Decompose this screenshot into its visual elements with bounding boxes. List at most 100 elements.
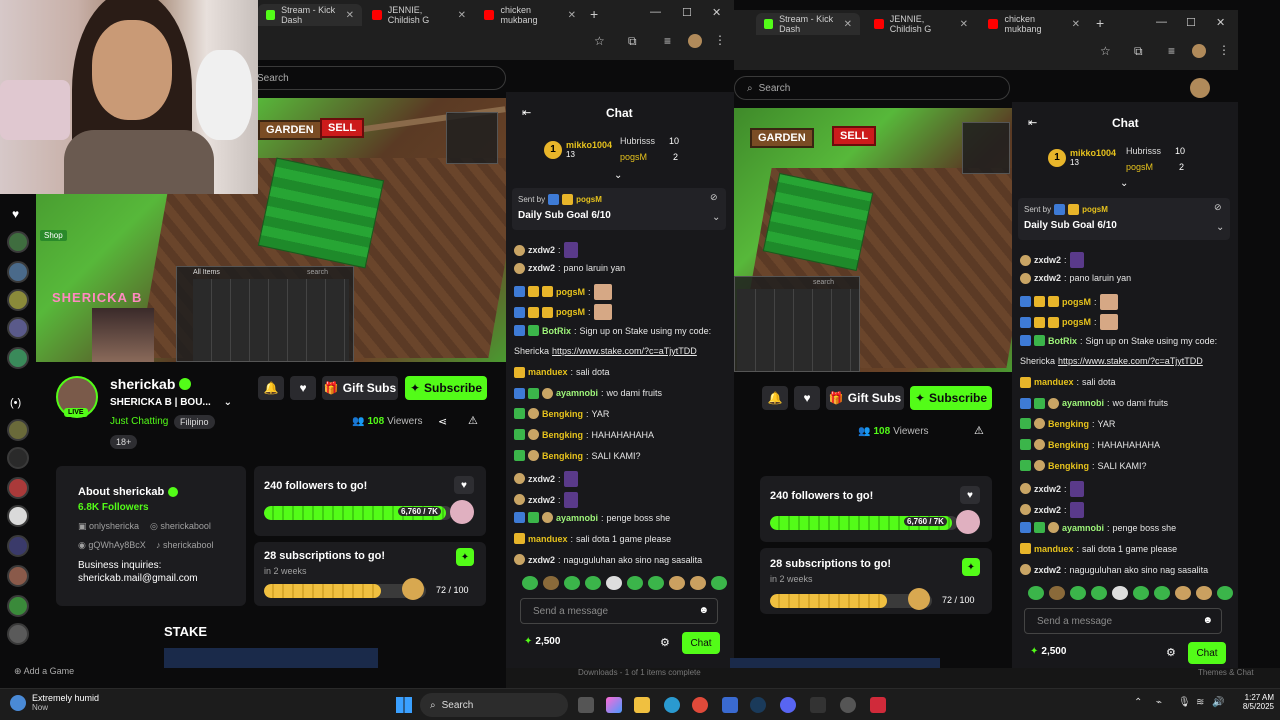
report-icon[interactable]: ⚠ <box>974 424 984 437</box>
followed-channel-avatar[interactable] <box>7 317 29 339</box>
chat-username[interactable]: manduex <box>1034 377 1074 387</box>
emote-icon[interactable] <box>1112 586 1128 600</box>
chat-username[interactable]: manduex <box>528 367 568 377</box>
profile-avatar[interactable] <box>688 34 702 48</box>
category-link[interactable]: Just Chatting <box>110 416 168 427</box>
chat-message[interactable]: manduex: sali dota <box>514 366 610 378</box>
leader-2[interactable]: Hubrisss 10 <box>620 136 679 146</box>
chat-message[interactable]: zxdw2: <box>1020 501 1084 518</box>
emote-icon[interactable] <box>1028 586 1044 600</box>
chat-username[interactable]: ayamnobi <box>556 388 598 398</box>
follow-heart-button[interactable]: ♥ <box>290 376 316 400</box>
bookmark-star-icon[interactable]: ☆ <box>1100 44 1111 58</box>
pinned-message[interactable]: Sent by pogsM Daily Sub Goal 6/10 ⊘ ⌄ <box>1018 198 1230 240</box>
chat-message[interactable]: zxdw2: <box>514 491 578 508</box>
add-game-link[interactable]: ⊕ Add a Game <box>14 666 74 677</box>
file-explorer-icon[interactable] <box>634 697 650 713</box>
chat-username[interactable]: Bengking <box>1048 461 1089 471</box>
close-icon[interactable]: ✕ <box>960 19 968 30</box>
chat-username[interactable]: zxdw2 <box>528 263 555 273</box>
collapse-chat-icon[interactable]: ⇤ <box>522 106 531 119</box>
chat-username[interactable]: zxdw2 <box>528 495 555 505</box>
chat-username[interactable]: pogsM <box>556 287 585 297</box>
subscribe-button[interactable]: ✦ Subscribe <box>405 376 487 400</box>
chevron-down-icon[interactable]: ⌄ <box>1216 222 1224 233</box>
tab-kick[interactable]: Stream - Kick Dash ✕ <box>258 4 362 26</box>
emote-icon[interactable] <box>690 576 706 590</box>
chat-username[interactable]: BotRix <box>542 326 571 336</box>
leader-2[interactable]: Hubrisss 10 <box>1126 146 1185 156</box>
stake-link[interactable]: https://www.stake.com/?c=aTjytTDD <box>552 346 697 356</box>
close-icon[interactable]: ✕ <box>568 10 576 21</box>
report-icon[interactable]: ⚠ <box>468 414 478 427</box>
extensions-icon[interactable]: ⧉ <box>1134 44 1143 59</box>
language-tag[interactable]: Filipino <box>174 415 215 429</box>
chat-username[interactable]: Bengking <box>542 409 583 419</box>
chat-send-button[interactable]: Chat <box>682 632 720 654</box>
media-icon[interactable]: ≡ <box>664 34 671 48</box>
leader-1[interactable]: 1 mikko1004 13 <box>544 140 612 159</box>
steam-icon[interactable] <box>750 697 766 713</box>
facebook-link[interactable]: ▣ onlyshericka <box>78 521 139 532</box>
followed-channel-avatar[interactable] <box>7 261 29 283</box>
chat-message[interactable]: zxdw2: <box>1020 480 1084 497</box>
media-icon[interactable]: ≡ <box>1168 44 1175 58</box>
emote-icon[interactable] <box>1217 586 1233 600</box>
recommended-channel-avatar[interactable] <box>7 447 29 469</box>
leader-3[interactable]: pogsM 2 <box>620 152 678 162</box>
chat-username[interactable]: Bengking <box>1048 419 1089 429</box>
chat-message[interactable]: Bengking: SALI KAMI? <box>1020 460 1147 471</box>
collapse-chat-icon[interactable]: ⇤ <box>1028 116 1037 129</box>
chat-message[interactable]: zxdw2: <box>514 470 578 487</box>
expand-leaders-icon[interactable]: ⌄ <box>614 170 622 181</box>
close-window-button[interactable]: ✕ <box>712 6 721 19</box>
discord-link[interactable]: ◉ gQWhAy8BcX <box>78 540 146 551</box>
subscribe-star-button[interactable]: ✦ <box>962 558 980 576</box>
chat-settings-icon[interactable]: ⚙ <box>1166 646 1176 659</box>
menu-icon[interactable]: ⋮ <box>714 33 726 47</box>
chat-username[interactable]: ayamnobi <box>556 513 598 523</box>
chat-username[interactable]: zxdw2 <box>1034 484 1061 494</box>
chat-message[interactable]: BotRix: Sign up on Stake using my code: <box>1020 335 1217 347</box>
stake-link[interactable]: https://www.stake.com/?c=aTjytTDD <box>1058 356 1203 366</box>
taskbar-search[interactable]: ⌕ Search <box>420 693 568 717</box>
emote-icon[interactable] <box>1175 586 1191 600</box>
gift-subs-button[interactable]: 🎁 Gift Subs <box>322 376 398 400</box>
tab-chicken[interactable]: chicken mukbang ✕ <box>980 13 1088 35</box>
chat-username[interactable]: ayamnobi <box>1062 523 1104 533</box>
channel-points[interactable]: ✦ 2,500 <box>524 636 560 647</box>
minimize-button[interactable]: — <box>650 6 661 18</box>
emote-icon[interactable] <box>711 576 727 590</box>
chat-message[interactable]: zxdw2: pano laruin yan <box>514 262 625 274</box>
share-icon[interactable]: ⋖ <box>438 415 447 428</box>
emote-icon[interactable] <box>1070 586 1086 600</box>
tab-kick[interactable]: Stream - Kick Dash ✕ <box>756 13 860 35</box>
clock[interactable]: 1:27 AM 8/5/2025 <box>1234 693 1274 711</box>
edge-icon[interactable] <box>664 697 680 713</box>
chat-send-button[interactable]: Chat <box>1188 642 1226 664</box>
chat-message[interactable]: Shericka https://www.stake.com/?c=aTjytTD… <box>1020 356 1203 366</box>
chat-message[interactable]: manduex: sali dota 1 game please <box>514 533 671 545</box>
followed-channel-avatar[interactable] <box>7 347 29 369</box>
emote-icon[interactable] <box>543 576 559 590</box>
wifi-icon[interactable]: ≋ <box>1196 697 1204 708</box>
chat-message[interactable]: Shericka https://www.stake.com/?c=aTjytTD… <box>514 346 697 356</box>
leader-1[interactable]: 1 mikko1004 13 <box>1048 148 1116 167</box>
chat-message[interactable]: manduex: sali dota <box>1020 376 1116 388</box>
unpin-icon[interactable]: ⊘ <box>1214 202 1222 213</box>
followed-channel-avatar[interactable] <box>7 289 29 311</box>
chat-username[interactable]: manduex <box>528 534 568 544</box>
chat-message[interactable]: zxdw2: <box>1020 252 1084 268</box>
chat-username[interactable]: zxdw2 <box>1034 273 1061 283</box>
chat-username[interactable]: zxdw2 <box>1034 505 1061 515</box>
chat-username[interactable]: pogsM <box>1062 297 1091 307</box>
chat-username[interactable]: pogsM <box>1062 317 1091 327</box>
follow-heart-button[interactable]: ♥ <box>794 386 820 410</box>
emote-icon[interactable] <box>1049 586 1065 600</box>
follow-heart-button[interactable]: ♥ <box>960 486 980 504</box>
heart-icon[interactable]: ♥ <box>12 207 19 221</box>
emote-icon[interactable] <box>606 576 622 590</box>
pinned-message[interactable]: Sent by pogsM Daily Sub Goal 6/10 ⊘ ⌄ <box>512 188 726 230</box>
chrome-icon[interactable] <box>692 697 708 713</box>
chat-message[interactable]: Bengking: SALI KAMI? <box>514 450 641 461</box>
